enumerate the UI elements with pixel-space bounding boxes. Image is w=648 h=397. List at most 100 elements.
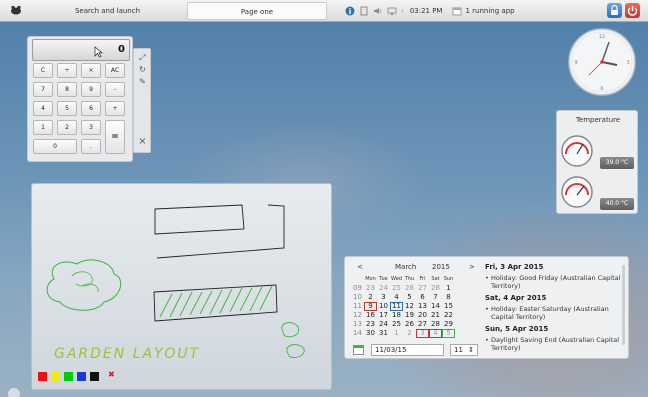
year-label[interactable]: 2015: [432, 263, 450, 271]
calendar-day-holiday[interactable]: 3: [416, 329, 429, 338]
calendar-day[interactable]: 23: [364, 320, 377, 329]
calendar-day[interactable]: 27: [416, 320, 429, 329]
calc-multiply-button[interactable]: ×: [81, 63, 101, 78]
calc-divide-button[interactable]: ÷: [57, 63, 77, 78]
calc-allclear-button[interactable]: AC: [105, 63, 125, 78]
calendar-day[interactable]: 21: [429, 311, 442, 320]
calc-5-button[interactable]: 5: [57, 101, 77, 116]
network-icon[interactable]: [387, 6, 397, 16]
calc-4-button[interactable]: 4: [33, 101, 53, 116]
prev-month-button[interactable]: <: [357, 263, 363, 271]
top-panel: Search and launch Page one › 03:21 PM 1 …: [0, 0, 648, 22]
calendar-day[interactable]: 7: [429, 293, 442, 302]
widget-handle[interactable]: ⤢ ↻ ✎ ×: [133, 48, 151, 153]
calendar-day[interactable]: 17: [377, 311, 390, 320]
calendar-day-event[interactable]: 5: [442, 329, 455, 338]
week-spinbox[interactable]: 11 ⇕: [450, 344, 478, 356]
calc-clear-button[interactable]: C: [33, 63, 53, 78]
close-icon[interactable]: ×: [137, 137, 148, 147]
calendar-day[interactable]: 1: [390, 329, 403, 338]
calendar-day[interactable]: 10: [377, 302, 390, 311]
calendar-day[interactable]: 5: [403, 293, 416, 302]
swatch-green[interactable]: [64, 372, 73, 381]
calendar-day[interactable]: 2: [364, 293, 377, 302]
calendar-day[interactable]: 16: [364, 311, 377, 320]
calc-plus-button[interactable]: +: [105, 101, 125, 116]
calc-9-button[interactable]: 9: [81, 82, 101, 97]
calendar-day[interactable]: 27: [416, 284, 429, 293]
volume-icon[interactable]: [373, 6, 383, 16]
calendar-day[interactable]: 1: [442, 284, 455, 293]
calendar-day-selected[interactable]: 11: [390, 302, 403, 311]
event-item[interactable]: Daylight Saving End (Australian Capital …: [485, 336, 623, 352]
clear-board-icon[interactable]: ✖: [108, 370, 115, 379]
running-apps[interactable]: 1 running app: [452, 6, 515, 16]
clipboard-icon[interactable]: [359, 6, 369, 16]
calendar-day[interactable]: 20: [416, 311, 429, 320]
calendar-day[interactable]: 19: [403, 311, 416, 320]
calendar-day[interactable]: 24: [377, 320, 390, 329]
swatch-red[interactable]: [38, 372, 47, 381]
drawing-canvas[interactable]: GARDEN LAYOUT: [32, 184, 333, 391]
calendar-day[interactable]: 3: [377, 293, 390, 302]
event-list-scrollbar[interactable]: [622, 265, 625, 345]
calendar-day[interactable]: 2: [403, 329, 416, 338]
calc-7-button[interactable]: 7: [33, 82, 53, 97]
spin-arrows-icon[interactable]: ⇕: [468, 345, 474, 355]
power-icon[interactable]: [625, 3, 640, 18]
lock-screen-icon[interactable]: [607, 3, 622, 18]
calc-decimal-button[interactable]: .: [81, 139, 101, 154]
calendar-day-holiday[interactable]: 4: [429, 329, 442, 338]
calendar-day[interactable]: 29: [442, 320, 455, 329]
calc-2-button[interactable]: 2: [57, 120, 77, 135]
event-item[interactable]: Holiday: Easter Saturday (Australian Cap…: [485, 305, 623, 321]
calc-6-button[interactable]: 6: [81, 101, 101, 116]
calendar-day[interactable]: 13: [416, 302, 429, 311]
event-item[interactable]: Holiday: Good Friday (Australian Capital…: [485, 274, 623, 290]
search-launch-button[interactable]: Search and launch: [45, 0, 170, 22]
desktop-toolbox-button[interactable]: [7, 387, 21, 397]
calendar-day[interactable]: 28: [429, 284, 442, 293]
swatch-black[interactable]: [90, 372, 99, 381]
swatch-yellow[interactable]: [51, 372, 60, 381]
calc-minus-button[interactable]: -: [105, 82, 125, 97]
calendar-day[interactable]: 24: [377, 284, 390, 293]
calendar-day[interactable]: 25: [390, 320, 403, 329]
calendar-day[interactable]: 22: [442, 311, 455, 320]
rotate-icon[interactable]: ↻: [137, 65, 148, 75]
swatch-blue[interactable]: [77, 372, 86, 381]
calc-equals-button[interactable]: =: [105, 120, 125, 154]
settings-wrench-icon[interactable]: ✎: [137, 77, 148, 87]
panel-clock[interactable]: 03:21 PM: [410, 7, 443, 15]
calendar-day[interactable]: 6: [416, 293, 429, 302]
whiteboard-widget[interactable]: GARDEN LAYOUT ✖: [31, 183, 332, 390]
calendar-day[interactable]: 15: [442, 302, 455, 311]
calendar-icon[interactable]: [353, 344, 364, 355]
month-label[interactable]: March: [395, 263, 416, 271]
calendar-day[interactable]: 12: [403, 302, 416, 311]
calc-1-button[interactable]: 1: [33, 120, 53, 135]
analog-clock-widget[interactable]: 12 3 6 9: [567, 27, 637, 97]
calendar-day[interactable]: 28: [429, 320, 442, 329]
calendar-day[interactable]: 23: [364, 284, 377, 293]
calc-8-button[interactable]: 8: [57, 82, 77, 97]
resize-icon[interactable]: ⤢: [137, 53, 148, 63]
info-icon[interactable]: [345, 6, 355, 16]
notification-dot-icon[interactable]: ›: [401, 7, 404, 15]
calendar-day[interactable]: 25: [390, 284, 403, 293]
pager-button[interactable]: Page one: [187, 2, 327, 20]
calendar-day[interactable]: 26: [403, 320, 416, 329]
calendar-day[interactable]: 4: [390, 293, 403, 302]
calc-0-button[interactable]: 0: [33, 139, 77, 154]
calendar-day-today[interactable]: 9: [364, 302, 377, 311]
calc-3-button[interactable]: 3: [81, 120, 101, 135]
calendar-day[interactable]: 8: [442, 293, 455, 302]
calendar-day[interactable]: 14: [429, 302, 442, 311]
date-input[interactable]: 11/03/15: [371, 344, 444, 356]
calendar-day[interactable]: 18: [390, 311, 403, 320]
calendar-day[interactable]: 31: [377, 329, 390, 338]
next-month-button[interactable]: >: [469, 263, 475, 271]
calendar-day[interactable]: 30: [364, 329, 377, 338]
calendar-day[interactable]: 26: [403, 284, 416, 293]
app-menu-icon[interactable]: [10, 5, 22, 15]
